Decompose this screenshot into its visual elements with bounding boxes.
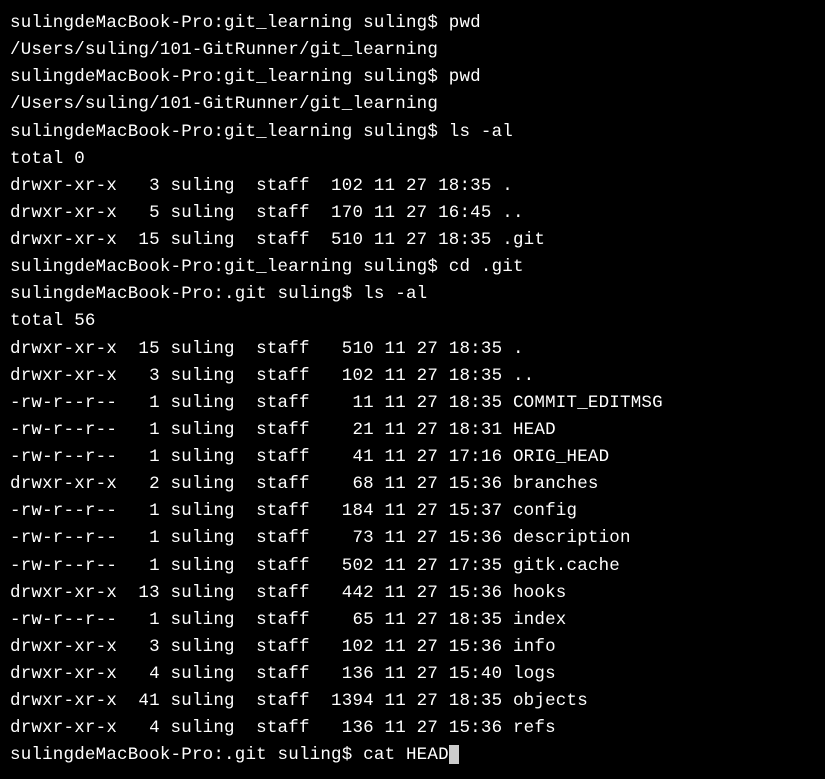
terminal-output-line: -rw-r--r-- 1 suling staff 41 11 27 17:16… xyxy=(10,444,815,471)
output-text: drwxr-xr-x 4 suling staff 136 11 27 15:4… xyxy=(10,664,556,684)
terminal-output-line: total 0 xyxy=(10,146,815,173)
output-text: -rw-r--r-- 1 suling staff 73 11 27 15:36… xyxy=(10,528,631,548)
output-text: -rw-r--r-- 1 suling staff 65 11 27 18:35… xyxy=(10,610,567,630)
terminal-output-line: -rw-r--r-- 1 suling staff 65 11 27 18:35… xyxy=(10,607,815,634)
terminal-output-line: drwxr-xr-x 41 suling staff 1394 11 27 18… xyxy=(10,688,815,715)
output-text: drwxr-xr-x 5 suling staff 170 11 27 16:4… xyxy=(10,203,524,223)
shell-prompt: sulingdeMacBook-Pro:git_learning suling$ xyxy=(10,122,449,142)
terminal-output-line: drwxr-xr-x 4 suling staff 136 11 27 15:4… xyxy=(10,661,815,688)
shell-command: pwd xyxy=(449,13,481,33)
output-text: drwxr-xr-x 3 suling staff 102 11 27 18:3… xyxy=(10,366,534,386)
terminal-output-line: drwxr-xr-x 15 suling staff 510 11 27 18:… xyxy=(10,227,815,254)
terminal-output-line: drwxr-xr-x 5 suling staff 170 11 27 16:4… xyxy=(10,200,815,227)
output-text: drwxr-xr-x 15 suling staff 510 11 27 18:… xyxy=(10,230,545,250)
terminal-prompt-line: sulingdeMacBook-Pro:.git suling$ ls -al xyxy=(10,281,815,308)
output-text: -rw-r--r-- 1 suling staff 502 11 27 17:3… xyxy=(10,556,620,576)
output-text: -rw-r--r-- 1 suling staff 21 11 27 18:31… xyxy=(10,420,556,440)
shell-prompt: sulingdeMacBook-Pro:git_learning suling$ xyxy=(10,257,449,277)
output-text: drwxr-xr-x 3 suling staff 102 11 27 15:3… xyxy=(10,637,556,657)
terminal-output-line: drwxr-xr-x 3 suling staff 102 11 27 18:3… xyxy=(10,173,815,200)
output-text: drwxr-xr-x 13 suling staff 442 11 27 15:… xyxy=(10,583,567,603)
cursor-icon xyxy=(449,745,459,764)
output-text: /Users/suling/101-GitRunner/git_learning xyxy=(10,94,438,114)
output-text: total 56 xyxy=(10,311,96,331)
terminal-output-line: total 56 xyxy=(10,308,815,335)
terminal-prompt-line: sulingdeMacBook-Pro:git_learning suling$… xyxy=(10,64,815,91)
terminal-window[interactable]: sulingdeMacBook-Pro:git_learning suling$… xyxy=(10,10,815,770)
shell-command: pwd xyxy=(449,67,481,87)
terminal-output-line: -rw-r--r-- 1 suling staff 502 11 27 17:3… xyxy=(10,553,815,580)
output-text: drwxr-xr-x 2 suling staff 68 11 27 15:36… xyxy=(10,474,599,494)
shell-prompt: sulingdeMacBook-Pro:git_learning suling$ xyxy=(10,67,449,87)
terminal-output-line: drwxr-xr-x 15 suling staff 510 11 27 18:… xyxy=(10,336,815,363)
terminal-output-line: drwxr-xr-x 3 suling staff 102 11 27 18:3… xyxy=(10,363,815,390)
shell-prompt: sulingdeMacBook-Pro:git_learning suling$ xyxy=(10,13,449,33)
output-text: drwxr-xr-x 15 suling staff 510 11 27 18:… xyxy=(10,339,524,359)
terminal-output-line: drwxr-xr-x 13 suling staff 442 11 27 15:… xyxy=(10,580,815,607)
terminal-output-line: -rw-r--r-- 1 suling staff 11 11 27 18:35… xyxy=(10,390,815,417)
output-text: -rw-r--r-- 1 suling staff 11 11 27 18:35… xyxy=(10,393,663,413)
output-text: total 0 xyxy=(10,149,85,169)
output-text: -rw-r--r-- 1 suling staff 184 11 27 15:3… xyxy=(10,501,577,521)
output-text: drwxr-xr-x 41 suling staff 1394 11 27 18… xyxy=(10,691,588,711)
output-text: /Users/suling/101-GitRunner/git_learning xyxy=(10,40,438,60)
terminal-output-line: drwxr-xr-x 3 suling staff 102 11 27 15:3… xyxy=(10,634,815,661)
shell-input[interactable]: cat HEAD xyxy=(363,745,449,765)
shell-command: ls -al xyxy=(363,284,427,304)
shell-command: ls -al xyxy=(449,122,513,142)
output-text: drwxr-xr-x 4 suling staff 136 11 27 15:3… xyxy=(10,718,556,738)
shell-command: cd .git xyxy=(449,257,524,277)
terminal-output-line: /Users/suling/101-GitRunner/git_learning xyxy=(10,91,815,118)
terminal-prompt-line: sulingdeMacBook-Pro:git_learning suling$… xyxy=(10,10,815,37)
terminal-prompt-line: sulingdeMacBook-Pro:git_learning suling$… xyxy=(10,254,815,281)
terminal-output-line: /Users/suling/101-GitRunner/git_learning xyxy=(10,37,815,64)
terminal-output-line: -rw-r--r-- 1 suling staff 73 11 27 15:36… xyxy=(10,525,815,552)
shell-prompt: sulingdeMacBook-Pro:.git suling$ xyxy=(10,284,363,304)
terminal-output-line: -rw-r--r-- 1 suling staff 21 11 27 18:31… xyxy=(10,417,815,444)
terminal-output-line: drwxr-xr-x 2 suling staff 68 11 27 15:36… xyxy=(10,471,815,498)
shell-prompt: sulingdeMacBook-Pro:.git suling$ xyxy=(10,745,363,765)
terminal-output-line: drwxr-xr-x 4 suling staff 136 11 27 15:3… xyxy=(10,715,815,742)
terminal-output-line: -rw-r--r-- 1 suling staff 184 11 27 15:3… xyxy=(10,498,815,525)
terminal-active-line[interactable]: sulingdeMacBook-Pro:.git suling$ cat HEA… xyxy=(10,742,815,769)
output-text: drwxr-xr-x 3 suling staff 102 11 27 18:3… xyxy=(10,176,513,196)
terminal-prompt-line: sulingdeMacBook-Pro:git_learning suling$… xyxy=(10,119,815,146)
output-text: -rw-r--r-- 1 suling staff 41 11 27 17:16… xyxy=(10,447,609,467)
